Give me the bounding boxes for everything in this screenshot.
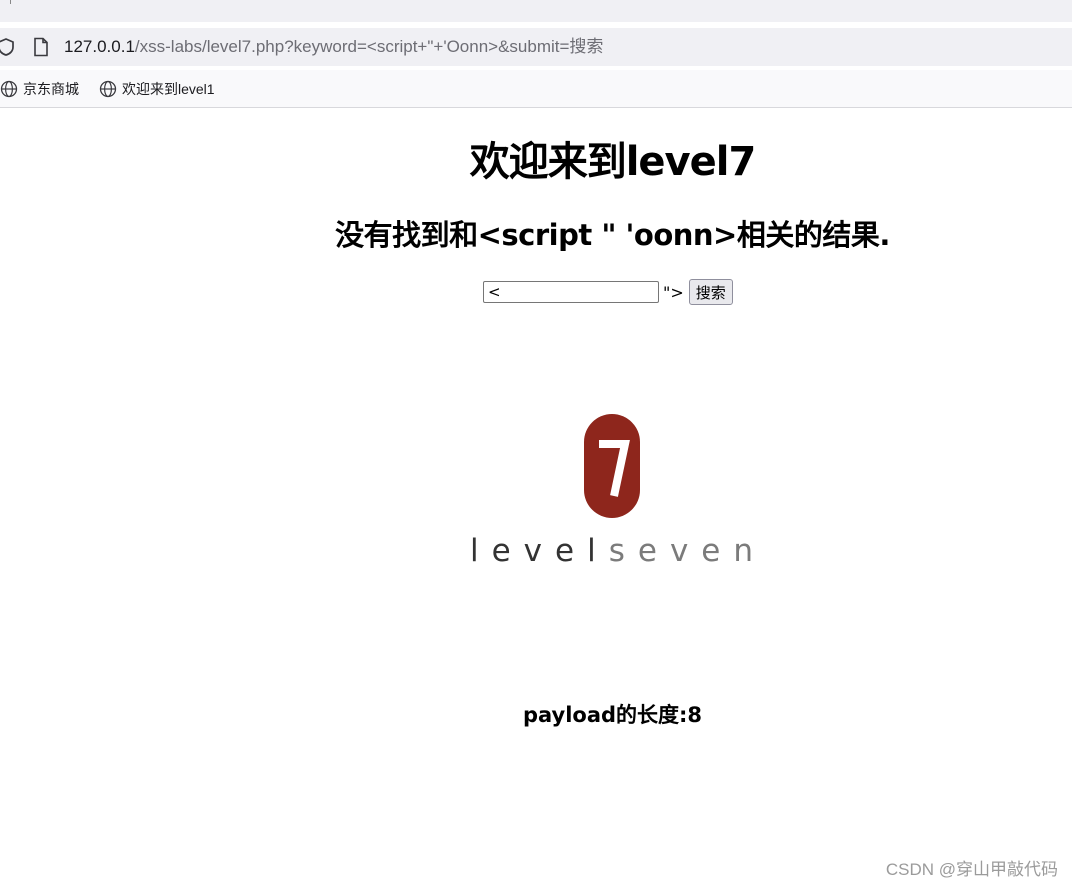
bookmark-level1[interactable]: 欢迎来到level1 bbox=[99, 79, 215, 99]
logo-wordmark: levelseven bbox=[470, 533, 766, 569]
shield-icon[interactable] bbox=[0, 37, 16, 57]
bookmark-label: 京东商城 bbox=[23, 81, 79, 97]
number-seven-glyph bbox=[599, 440, 630, 497]
level-logo: levelseven bbox=[470, 414, 760, 569]
wordmark-level: level bbox=[470, 533, 609, 569]
globe-icon bbox=[99, 80, 117, 98]
page-title: 欢迎来到level7 bbox=[469, 139, 757, 185]
page-icon[interactable] bbox=[33, 37, 49, 57]
search-button[interactable]: 搜索 bbox=[688, 279, 733, 305]
result-message: 没有找到和<script " 'oonn>相关的结果. bbox=[335, 218, 890, 252]
globe-icon bbox=[0, 80, 18, 98]
tab-edge bbox=[10, 0, 11, 4]
bookmark-jd[interactable]: 京东商城 bbox=[0, 79, 79, 99]
level-badge bbox=[584, 414, 640, 518]
watermark: CSDN @穿山甲敲代码 bbox=[885, 860, 1058, 879]
tab-strip bbox=[0, 0, 1072, 22]
url-host: 127.0.0.1 bbox=[64, 37, 135, 56]
url-path: /xss-labs/level7.php?keyword=<script+"+'… bbox=[134, 37, 604, 56]
keyword-input[interactable] bbox=[483, 281, 659, 303]
url-text[interactable]: 127.0.0.1/xss-labs/level7.php?keyword=<s… bbox=[64, 36, 603, 58]
leaked-text: "> bbox=[663, 282, 684, 302]
payload-length: payload的长度:8 bbox=[522, 703, 703, 727]
wordmark-seven: seven bbox=[608, 533, 767, 569]
address-bar[interactable]: 127.0.0.1/xss-labs/level7.php?keyword=<s… bbox=[0, 28, 1072, 66]
search-form: "> 搜索 bbox=[483, 279, 733, 305]
bookmarks-bar: 京东商城 欢迎来到level1 bbox=[0, 70, 1072, 108]
bookmark-label: 欢迎来到level1 bbox=[122, 81, 215, 97]
